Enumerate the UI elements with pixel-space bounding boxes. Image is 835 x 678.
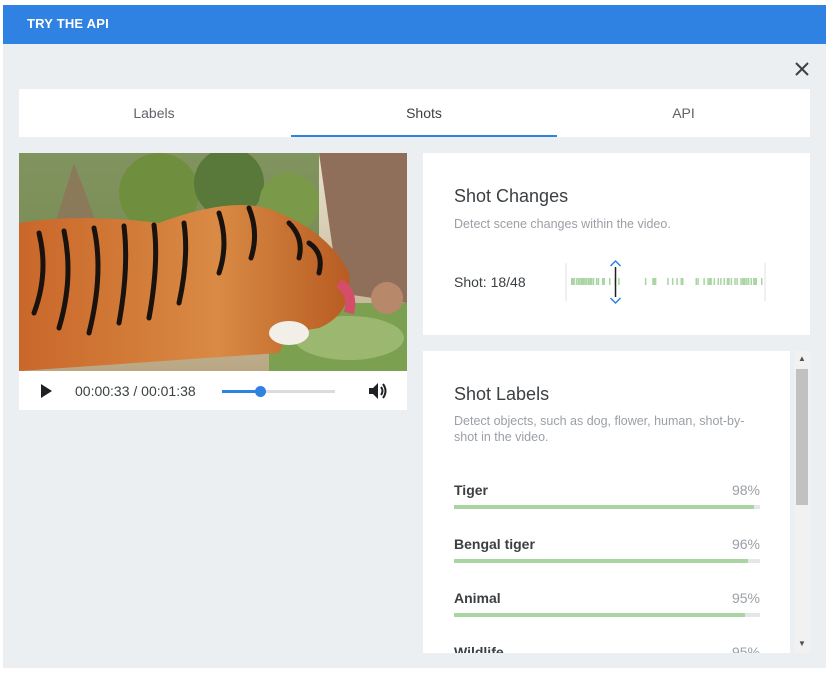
label-confidence: 98% bbox=[731, 482, 760, 498]
scrollbar-thumb[interactable] bbox=[796, 369, 808, 505]
shot-marker[interactable] bbox=[618, 278, 620, 285]
time-display: 00:00:33 / 00:01:38 bbox=[75, 383, 196, 399]
shot-marker[interactable] bbox=[726, 278, 730, 285]
shot-marker[interactable] bbox=[695, 278, 697, 285]
shot-marker[interactable] bbox=[746, 278, 748, 285]
tab-bar: Labels Shots API bbox=[19, 89, 810, 137]
confidence-bar bbox=[454, 559, 748, 563]
label-name: Tiger bbox=[454, 482, 488, 498]
shot-marker[interactable] bbox=[740, 278, 742, 285]
seek-bar[interactable] bbox=[222, 386, 335, 397]
shot-timeline[interactable] bbox=[565, 259, 766, 305]
shot-marker[interactable] bbox=[573, 278, 575, 285]
duration: 00:01:38 bbox=[141, 383, 196, 399]
seek-handle[interactable] bbox=[255, 386, 267, 397]
shot-changes-description: Detect scene changes within the video. bbox=[454, 217, 671, 231]
confidence-bar bbox=[454, 613, 745, 617]
shot-marker[interactable] bbox=[680, 278, 684, 285]
active-tab-indicator bbox=[291, 135, 557, 137]
header-bar: TRY THE API bbox=[3, 5, 826, 44]
shot-marker[interactable] bbox=[644, 278, 647, 285]
shot-counter: Shot: 18/48 bbox=[454, 274, 526, 290]
time-separator: / bbox=[129, 383, 142, 399]
shot-marker[interactable] bbox=[667, 278, 669, 285]
label-name: Wildlife bbox=[454, 644, 504, 653]
shot-marker[interactable] bbox=[747, 278, 750, 285]
tab-shots-label: Shots bbox=[406, 105, 442, 121]
label-row[interactable]: Tiger 98% bbox=[454, 482, 760, 512]
label-name: Bengal tiger bbox=[454, 536, 535, 552]
video-frame[interactable] bbox=[19, 153, 407, 371]
shot-changes-title: Shot Changes bbox=[454, 186, 569, 206]
shot-prefix: Shot: bbox=[454, 274, 487, 290]
volume-icon[interactable] bbox=[368, 382, 388, 405]
label-row[interactable]: Wildlife 95% bbox=[454, 644, 760, 653]
shot-value: 18/48 bbox=[490, 274, 526, 290]
shot-marker[interactable] bbox=[707, 278, 709, 285]
label-name: Animal bbox=[454, 590, 501, 606]
scroll-up-icon[interactable]: ▲ bbox=[798, 355, 806, 363]
tiger-video-image bbox=[19, 153, 407, 371]
shot-marker[interactable] bbox=[708, 278, 712, 285]
confidence-bar bbox=[454, 505, 754, 509]
tab-api-label: API bbox=[672, 105, 695, 121]
current-time: 00:00:33 bbox=[75, 383, 130, 399]
shot-marker[interactable] bbox=[609, 278, 611, 285]
shot-marker[interactable] bbox=[590, 278, 593, 285]
shot-marker[interactable] bbox=[595, 278, 598, 285]
shot-marker[interactable] bbox=[676, 278, 678, 285]
tab-api[interactable]: API bbox=[557, 89, 810, 137]
shot-marker[interactable] bbox=[671, 278, 674, 285]
label-confidence: 95% bbox=[731, 644, 760, 653]
shot-marker[interactable] bbox=[720, 278, 722, 285]
tab-labels[interactable]: Labels bbox=[19, 89, 289, 137]
label-confidence: 95% bbox=[731, 590, 760, 606]
shot-labels-card: Shot Labels Detect objects, such as dog,… bbox=[423, 351, 790, 653]
shot-marker[interactable] bbox=[582, 278, 585, 285]
shot-marker[interactable] bbox=[755, 278, 757, 285]
label-row[interactable]: Bengal tiger 96% bbox=[454, 536, 760, 566]
label-confidence: 96% bbox=[731, 536, 760, 552]
scrollbar[interactable]: ▲ ▼ bbox=[794, 351, 810, 653]
shot-marker[interactable] bbox=[654, 278, 657, 285]
play-icon[interactable] bbox=[39, 383, 53, 404]
confidence-track bbox=[454, 505, 760, 509]
label-row[interactable]: Animal 95% bbox=[454, 590, 760, 620]
shot-marker[interactable] bbox=[601, 278, 605, 285]
chevron-up-icon[interactable] bbox=[609, 259, 622, 267]
tab-shots[interactable]: Shots bbox=[291, 89, 557, 137]
shot-marker[interactable] bbox=[597, 278, 600, 285]
shot-marker[interactable] bbox=[736, 278, 738, 285]
shot-marker[interactable] bbox=[579, 278, 581, 285]
try-api-panel: TRY THE API Labels Shots API 00:00:33 / … bbox=[3, 5, 826, 668]
shot-labels-title: Shot Labels bbox=[454, 384, 550, 404]
shot-changes-card: Shot Changes Detect scene changes within… bbox=[423, 153, 810, 335]
shot-marker[interactable] bbox=[713, 278, 716, 285]
shot-marker[interactable] bbox=[652, 278, 656, 285]
shot-marker[interactable] bbox=[723, 278, 726, 285]
shot-marker[interactable] bbox=[584, 278, 586, 285]
shot-marker[interactable] bbox=[730, 278, 733, 285]
shot-marker[interactable] bbox=[744, 278, 746, 285]
chevron-down-icon[interactable] bbox=[609, 297, 622, 305]
confidence-track bbox=[454, 613, 760, 617]
shot-marker[interactable] bbox=[697, 278, 699, 285]
tab-labels-label: Labels bbox=[133, 105, 175, 121]
shot-marker[interactable] bbox=[703, 278, 705, 285]
shot-marker[interactable] bbox=[717, 278, 719, 285]
shot-marker[interactable] bbox=[585, 278, 588, 285]
shot-marker[interactable] bbox=[575, 278, 578, 285]
scroll-down-icon[interactable]: ▼ bbox=[798, 640, 806, 648]
shot-marker[interactable] bbox=[587, 278, 590, 285]
shot-marker[interactable] bbox=[750, 278, 753, 285]
shot-marker[interactable] bbox=[592, 278, 595, 285]
close-icon[interactable] bbox=[792, 59, 812, 79]
shot-marker[interactable] bbox=[734, 278, 736, 285]
shot-labels-description: Detect objects, such as dog, flower, hum… bbox=[454, 414, 745, 444]
header-title: TRY THE API bbox=[27, 16, 109, 31]
confidence-track bbox=[454, 559, 760, 563]
shot-marker[interactable] bbox=[761, 278, 763, 285]
shot-marker[interactable] bbox=[577, 278, 580, 285]
video-controls: 00:00:33 / 00:01:38 bbox=[19, 371, 407, 410]
